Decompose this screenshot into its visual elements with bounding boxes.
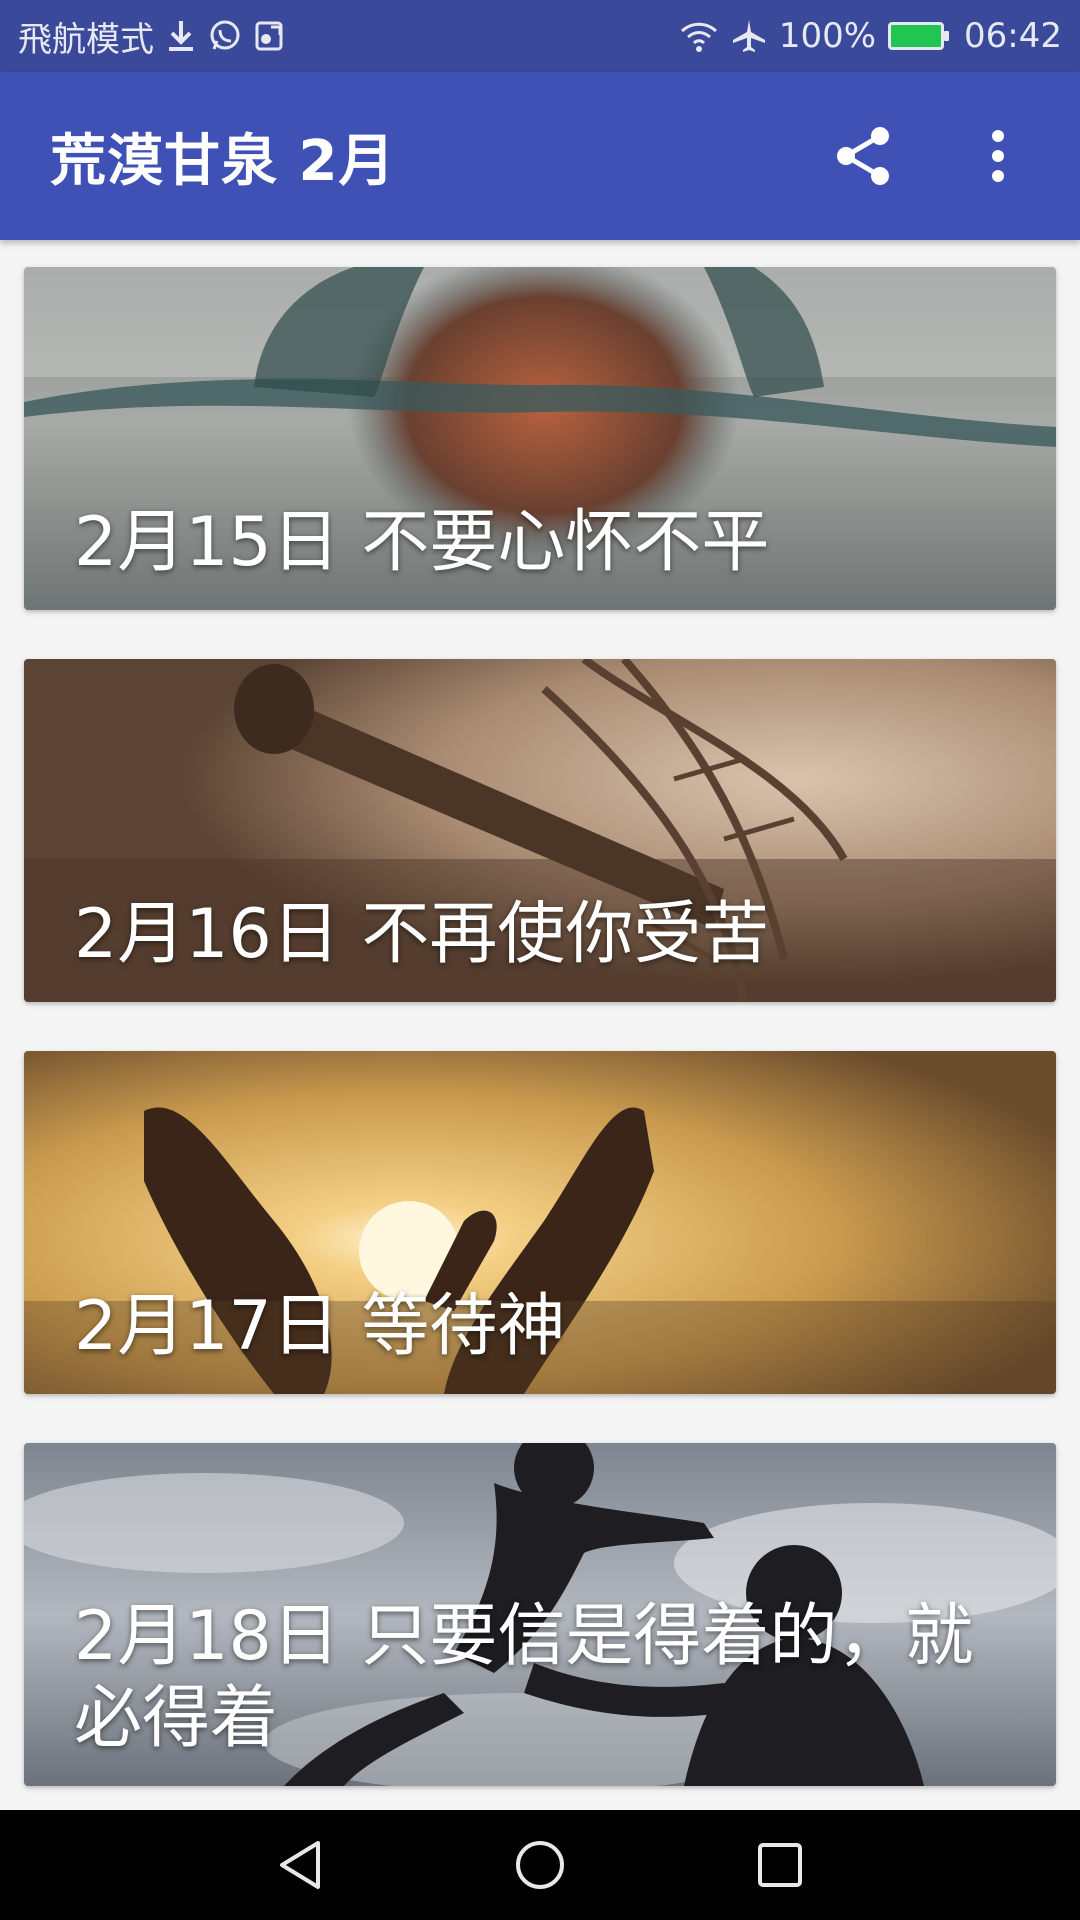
back-button[interactable]	[270, 1835, 330, 1895]
card-title: 2月17日 等待神	[74, 1287, 566, 1366]
list-item[interactable]: 2月17日 等待神	[24, 1051, 1056, 1394]
list-item[interactable]: 2月18日 只要信是得着的，就必得着	[24, 1443, 1056, 1786]
recents-button[interactable]	[750, 1835, 810, 1895]
card-title: 2月15日 不要心怀不平	[74, 503, 770, 582]
list-item[interactable]: 2月15日 不要心怀不平	[24, 267, 1056, 610]
app-bar-actions	[832, 124, 1030, 188]
gallery-icon	[254, 19, 284, 53]
airplane-mode-label: 飛航模式	[18, 19, 154, 60]
status-bar: 飛航模式 100% 06:42	[0, 0, 1080, 72]
status-right: 100% 06:42	[679, 16, 1062, 56]
battery-icon	[888, 22, 950, 50]
recents-icon	[758, 1843, 802, 1887]
card-title: 2月18日 只要信是得着的，就必得着	[74, 1597, 974, 1758]
app-bar: 荒漠甘泉 2月	[0, 72, 1080, 240]
battery-percent: 100%	[778, 16, 877, 56]
download-icon	[166, 19, 196, 53]
more-vert-icon	[992, 130, 1004, 182]
system-nav-bar	[0, 1810, 1080, 1920]
airplane-icon	[731, 18, 767, 54]
home-icon	[516, 1841, 564, 1889]
page-title: 荒漠甘泉 2月	[50, 128, 396, 194]
whatsapp-icon	[208, 19, 242, 53]
list-item[interactable]: 2月16日 不再使你受苦	[24, 659, 1056, 1002]
more-options-button[interactable]	[966, 124, 1030, 188]
status-left: 飛航模式	[18, 12, 284, 61]
wifi-icon	[679, 19, 719, 53]
share-icon	[837, 127, 889, 185]
home-button[interactable]	[510, 1835, 570, 1895]
share-button[interactable]	[832, 124, 896, 188]
devotion-list[interactable]: 2月15日 不要心怀不平 2月16日 不再使你受苦 2月17日 等待神 2月18…	[0, 240, 1080, 1810]
clock: 06:42	[964, 16, 1062, 56]
card-title: 2月16日 不再使你受苦	[74, 895, 770, 974]
back-icon	[280, 1841, 320, 1889]
